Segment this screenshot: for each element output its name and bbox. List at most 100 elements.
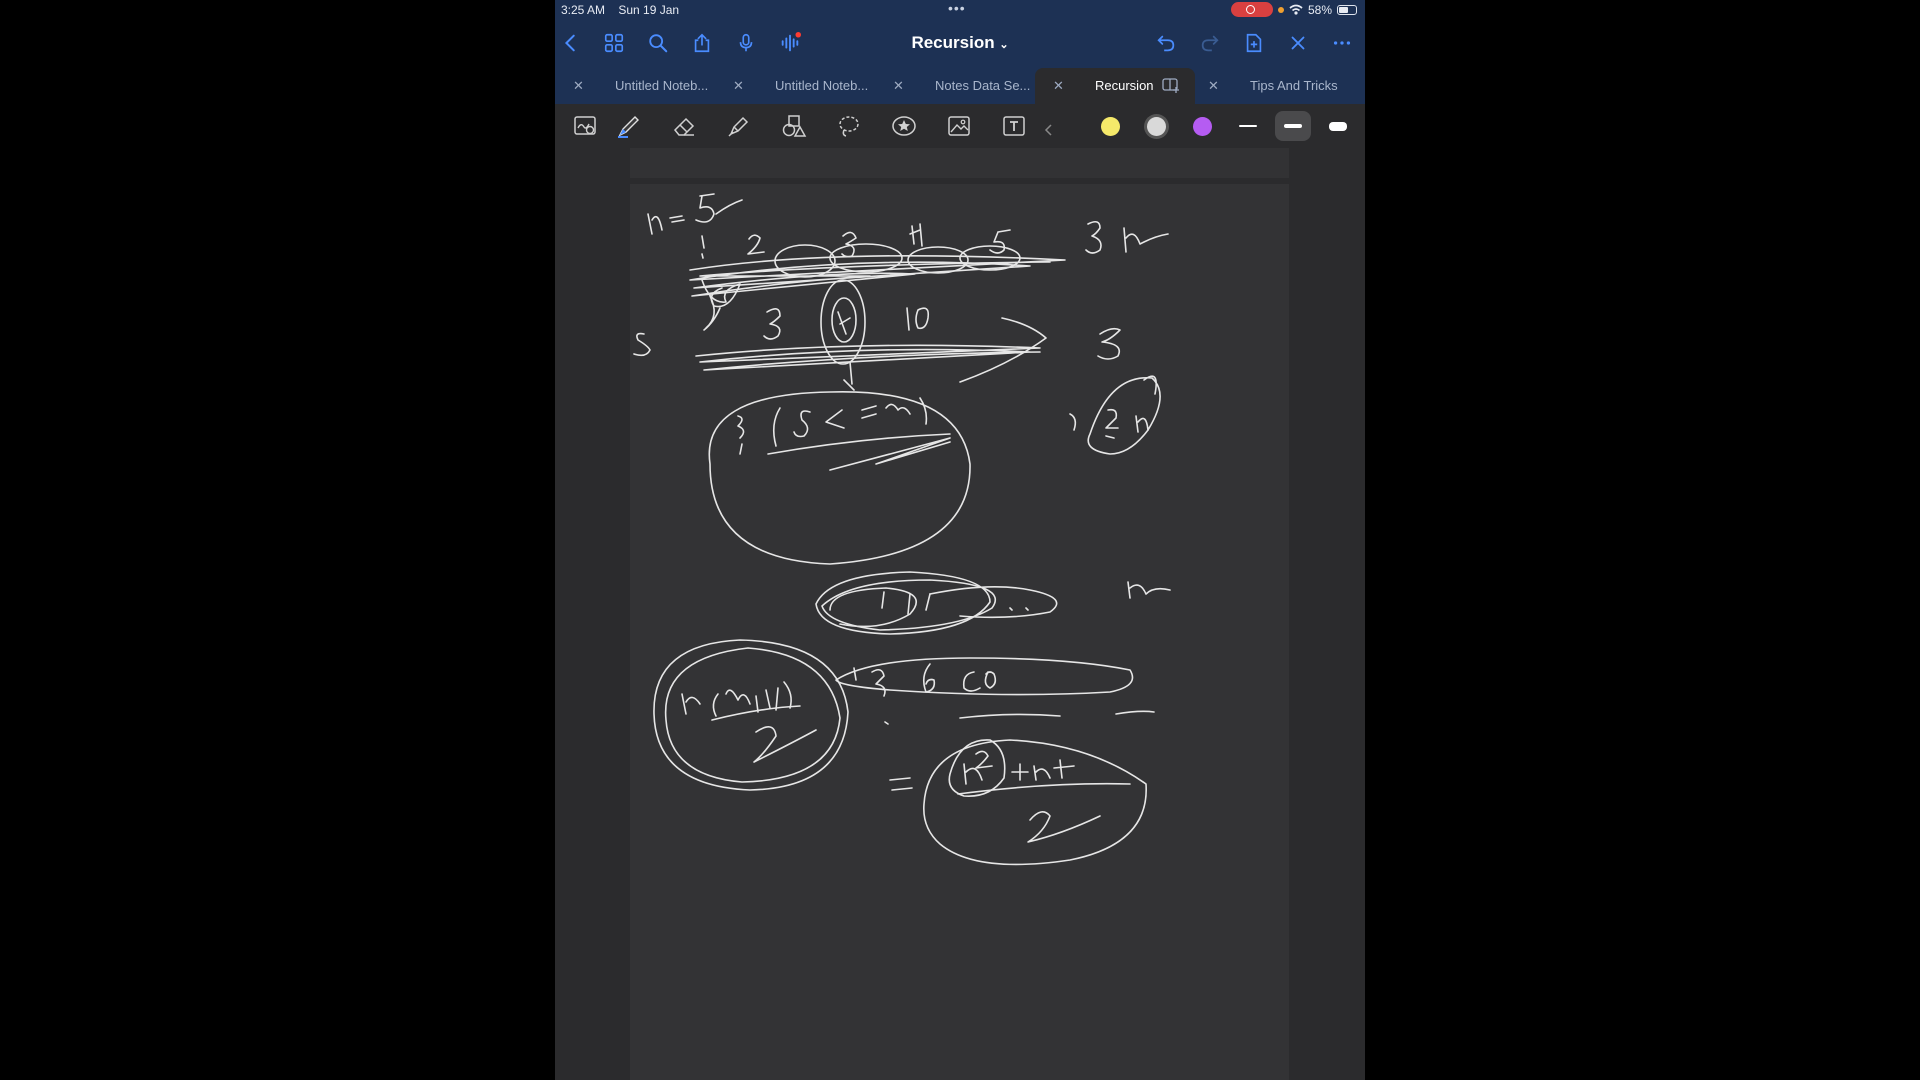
mic-in-use-indicator — [1277, 6, 1284, 13]
grid-icon[interactable] — [601, 30, 627, 56]
battery-percentage: 58% — [1307, 2, 1332, 17]
ink-scribble — [689, 254, 1066, 297]
ink-stroke — [763, 308, 781, 340]
ink-stroke — [1143, 375, 1157, 395]
stroke-width-thin[interactable] — [1230, 111, 1266, 141]
more-icon[interactable] — [1329, 30, 1355, 56]
status-bar: 3:25 AM Sun 19 Jan ••• 58% — [555, 0, 1365, 20]
ink-stroke — [959, 710, 1155, 719]
lasso-icon[interactable] — [832, 109, 866, 143]
ink-scribble — [695, 344, 1041, 371]
eraser-icon[interactable] — [667, 109, 701, 143]
screen-recording-icon[interactable] — [1230, 2, 1273, 17]
tab-bar: ✕ Untitled Noteb... ✕ Untitled Noteb... … — [555, 68, 1365, 104]
back-icon[interactable] — [558, 30, 584, 56]
tab-close-icon[interactable]: ✕ — [1208, 78, 1219, 94]
pen-icon[interactable] — [612, 109, 646, 143]
notebook-page[interactable] — [630, 184, 1289, 1080]
multitasking-dots-icon[interactable]: ••• — [948, 0, 966, 16]
search-icon[interactable] — [645, 30, 671, 56]
tab-notes-data-se[interactable]: ✕ Notes Data Se... — [875, 68, 1035, 104]
more-tools-chevron-icon[interactable] — [1037, 109, 1059, 143]
ink-stroke — [885, 397, 928, 425]
split-view-icon[interactable] — [1162, 77, 1180, 96]
ink-stroke — [906, 307, 930, 331]
notebook-canvas[interactable] — [555, 148, 1365, 1080]
status-date: Sun 19 Jan — [618, 3, 680, 17]
tab-untitled-notebook-1[interactable]: ✕ Untitled Noteb... — [555, 68, 715, 104]
ink-stroke — [1009, 607, 1029, 611]
shapes-icon[interactable] — [777, 109, 811, 143]
navigation-bar: Recursion ⌄ — [555, 20, 1365, 68]
ink-circle — [653, 639, 849, 791]
status-time: 3:25 AM — [561, 3, 606, 17]
ipad-screen: 3:25 AM Sun 19 Jan ••• 58% Recursion ⌄ ✕… — [555, 0, 1365, 1080]
ink-circle — [923, 739, 1147, 866]
ink-stroke — [1069, 413, 1077, 431]
ink-stroke — [701, 235, 705, 259]
tab-close-icon[interactable]: ✕ — [733, 78, 744, 94]
tab-close-icon[interactable]: ✕ — [573, 78, 584, 94]
tab-tips-and-tricks[interactable]: ✕ Tips And Tricks — [1195, 68, 1365, 104]
ink-stroke — [837, 311, 851, 335]
text-icon[interactable] — [997, 109, 1031, 143]
tab-recursion[interactable]: ✕ Recursion — [1035, 68, 1195, 104]
color-swatch-yellow[interactable] — [1101, 117, 1120, 136]
chevron-down-icon: ⌄ — [999, 39, 1009, 51]
close-icon[interactable] — [1285, 30, 1311, 56]
ink-stroke — [633, 332, 651, 357]
ink-stroke — [647, 213, 663, 235]
ink-stroke — [1105, 408, 1119, 439]
ink-loop — [907, 246, 969, 274]
ink-stroke — [909, 223, 923, 247]
audio-waveform-icon[interactable] — [777, 30, 803, 56]
ink-stroke — [695, 193, 715, 223]
color-swatch-light-gray[interactable] — [1147, 117, 1166, 136]
ink-stroke — [747, 234, 765, 255]
stroke-width-medium[interactable] — [1275, 111, 1311, 141]
ink-circle — [664, 647, 841, 783]
ink-stroke — [843, 361, 855, 391]
ink-loop — [831, 297, 857, 343]
battery-icon — [1337, 4, 1357, 15]
ink-stroke — [853, 667, 886, 697]
ink-stroke — [825, 405, 877, 429]
ink-stroke — [884, 721, 889, 725]
undo-icon[interactable] — [1153, 30, 1179, 56]
ink-stroke — [1085, 220, 1102, 254]
ink-loop — [835, 657, 1134, 696]
color-swatch-purple[interactable] — [1193, 117, 1212, 136]
document-title[interactable]: Recursion ⌄ — [911, 33, 1008, 52]
ink-stroke — [753, 726, 817, 763]
ink-stroke — [1123, 227, 1169, 253]
zoom-window-icon[interactable] — [568, 109, 602, 143]
highlighter-icon[interactable] — [722, 109, 756, 143]
ink-stroke — [1011, 763, 1029, 781]
share-icon[interactable] — [689, 30, 715, 56]
tab-close-icon[interactable]: ✕ — [893, 78, 904, 94]
ink-stroke — [1027, 811, 1101, 843]
previous-page-edge — [630, 148, 1289, 178]
ink-stroke — [711, 705, 801, 721]
redo-icon[interactable] — [1197, 30, 1223, 56]
tab-untitled-notebook-2[interactable]: ✕ Untitled Noteb... — [715, 68, 875, 104]
ink-stroke — [1127, 581, 1171, 599]
tab-close-icon[interactable]: ✕ — [1053, 78, 1064, 94]
ink-stroke — [715, 199, 743, 215]
ink-stroke — [767, 433, 951, 455]
ink-stroke — [881, 591, 931, 615]
ink-stroke — [1097, 327, 1121, 360]
handwritten-ink-layer[interactable] — [630, 184, 1289, 1080]
wifi-icon — [1289, 4, 1303, 15]
ink-stroke — [765, 681, 792, 711]
ink-stroke — [922, 663, 936, 693]
add-page-icon[interactable] — [1241, 30, 1267, 56]
ink-stroke — [669, 215, 685, 223]
image-icon[interactable] — [942, 109, 976, 143]
sticker-icon[interactable] — [887, 109, 921, 143]
ink-stroke — [989, 229, 1011, 254]
microphone-icon[interactable] — [733, 30, 759, 56]
stroke-width-thick[interactable] — [1320, 111, 1356, 141]
drawing-toolbar — [555, 104, 1365, 148]
ink-stroke — [889, 777, 913, 791]
